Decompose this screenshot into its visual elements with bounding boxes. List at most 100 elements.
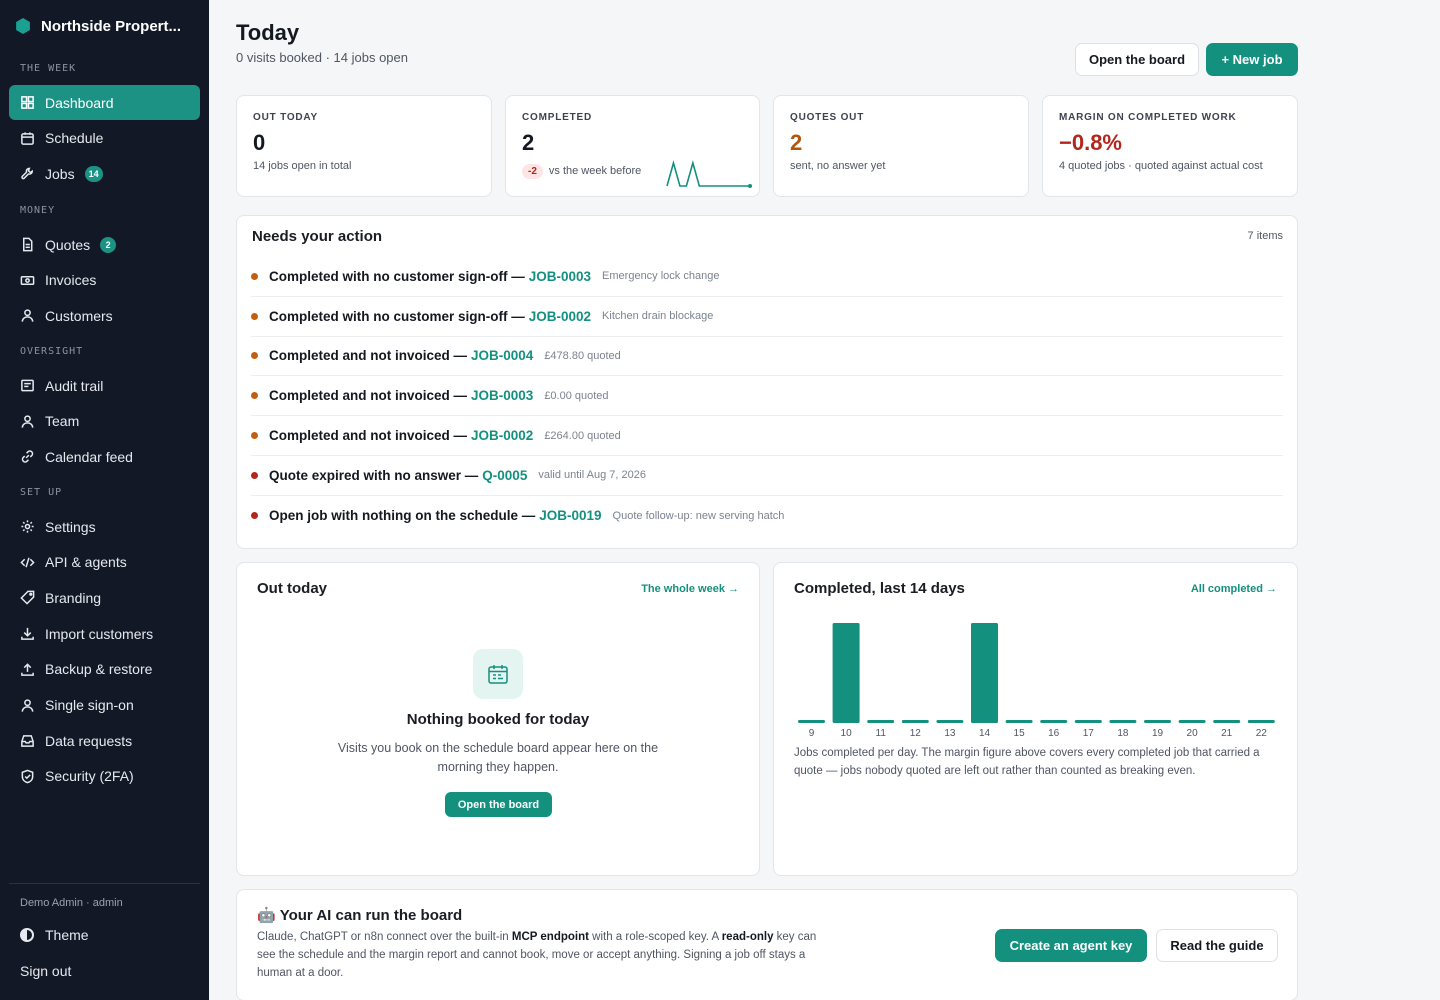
sidebar-item-backup-restore[interactable]: Backup & restore — [9, 652, 200, 687]
sidebar-item-label: Settings — [45, 518, 96, 535]
action-reference-link[interactable]: JOB-0003 — [471, 388, 533, 403]
severity-dot — [251, 352, 258, 360]
ai-title: 🤖 Your AI can run the board — [257, 906, 463, 925]
sidebar-item-dashboard[interactable]: Dashboard — [9, 85, 200, 120]
stat-value: 2 — [522, 130, 535, 155]
sidebar-item-label: Backup & restore — [45, 661, 153, 678]
action-item: Completed and not invoiced — JOB-0003 £0.0… — [251, 376, 1283, 417]
new-job-button[interactable]: + New job — [1206, 43, 1298, 76]
action-reference-link[interactable]: JOB-0002 — [471, 428, 533, 443]
needs-action-list: Completed with no customer sign-off — JOB… — [251, 257, 1283, 536]
empty-state-title: Nothing booked for today — [406, 711, 590, 728]
action-text: Completed with no customer sign-off — — [269, 308, 525, 324]
sidebar-item-customers[interactable]: Customers — [9, 298, 200, 333]
sidebar-item-jobs[interactable]: Jobs 14 — [9, 156, 200, 191]
stat-note: 14 jobs open in total — [253, 160, 352, 172]
sidebar-item-settings[interactable]: Settings — [9, 509, 200, 544]
sidebar-item-api-agents[interactable]: API & agents — [9, 545, 200, 580]
chart-bar — [1074, 720, 1102, 723]
brand-name: Northside Propert... — [41, 17, 182, 35]
sidebar-item-import-customers[interactable]: Import customers — [9, 616, 200, 651]
chart-tick-label: 11 — [876, 728, 887, 739]
ai-title-text: Your AI can run the board — [279, 906, 463, 924]
chart-bar — [1040, 720, 1068, 723]
sidebar-item-single-sign-on[interactable]: Single sign-on — [9, 688, 200, 723]
sidebar-item-audit-trail[interactable]: Audit trail — [9, 368, 200, 403]
stat-note: 4 quoted jobs · quoted against actual co… — [1059, 160, 1263, 172]
read-guide-button[interactable]: Read the guide — [1156, 929, 1278, 962]
stat-card-quotes-out: QUOTES OUT 2 sent, no answer yet — [773, 95, 1029, 197]
sidebar-item-team[interactable]: Team — [9, 404, 200, 439]
action-text: Quote expired with no answer — — [269, 467, 479, 483]
action-reference-link[interactable]: Q-0005 — [482, 468, 527, 483]
sidebar-item-security-2fa[interactable]: Security (2FA) — [9, 759, 200, 794]
action-text: Completed and not invoiced — — [269, 388, 468, 404]
chart-bar — [971, 623, 998, 723]
sidebar-item-label: Branding — [45, 589, 102, 606]
chart-bar — [1144, 720, 1171, 723]
document-icon — [19, 237, 35, 253]
action-text: Completed and not invoiced — — [269, 348, 468, 364]
sidebar-item-calendar-feed[interactable]: Calendar feed — [9, 439, 200, 474]
contrast-icon — [20, 928, 34, 942]
inbox-icon — [19, 733, 35, 749]
sidebar-item-label: Security (2FA) — [45, 768, 134, 785]
sparkline-line — [666, 160, 751, 187]
ai-body-text: Claude, ChatGPT or n8n connect over the … — [257, 931, 512, 943]
count-badge: 14 — [84, 165, 103, 182]
theme-toggle[interactable]: Theme — [20, 927, 89, 943]
sidebar-item-invoices[interactable]: Invoices — [9, 263, 200, 298]
chart-tick-label: 9 — [809, 728, 815, 739]
sidebar-item-label: Calendar feed — [45, 448, 133, 465]
ai-body-emphasis: MCP endpoint — [511, 931, 589, 943]
stat-note: sent, no answer yet — [790, 160, 886, 172]
stat-value: −0.8% — [1059, 130, 1122, 155]
sidebar-item-label: Jobs — [45, 165, 75, 182]
chart-bar — [936, 720, 964, 723]
sidebar-section-label: OVERSIGHT — [20, 346, 84, 357]
sidebar-item-label: Schedule — [45, 130, 104, 147]
action-reference-link[interactable]: JOB-0004 — [471, 348, 533, 363]
chart-bar — [1005, 720, 1033, 723]
action-item: Open job with nothing on the schedule — J… — [251, 496, 1283, 536]
chart-bar — [1109, 720, 1137, 723]
chart-tick-label: 17 — [1083, 728, 1095, 739]
create-agent-key-button[interactable]: Create an agent key — [995, 929, 1147, 962]
sidebar-section-label: SET UP — [20, 487, 63, 498]
user-icon — [19, 308, 35, 324]
chart-bar — [1247, 720, 1275, 723]
chart-tick-label: 20 — [1187, 728, 1199, 739]
whole-week-link[interactable]: The whole week → — [641, 583, 739, 595]
sidebar-item-branding[interactable]: Branding — [9, 580, 200, 615]
user-icon — [19, 413, 35, 429]
action-meta: £264.00 quoted — [544, 429, 621, 442]
action-reference-link[interactable]: JOB-0003 — [529, 269, 591, 284]
chart-bar — [867, 720, 895, 723]
delta-badge: -2 — [522, 164, 543, 179]
link-icon — [19, 449, 35, 465]
sparkline-endpoint — [748, 184, 752, 188]
sign-out-link[interactable]: Sign out — [20, 963, 71, 979]
needs-action-title: Needs your action — [252, 228, 383, 245]
stat-label: MARGIN ON COMPLETED WORK — [1059, 112, 1237, 123]
open-board-button[interactable]: Open the board — [1075, 43, 1199, 76]
action-reference-link[interactable]: JOB-0002 — [529, 309, 591, 324]
sidebar-item-quotes[interactable]: Quotes 2 — [9, 227, 200, 262]
open-board-button[interactable]: Open the board — [445, 792, 552, 817]
shield-icon — [19, 768, 35, 784]
all-completed-link[interactable]: All completed → — [1191, 583, 1277, 595]
sidebar-item-data-requests[interactable]: Data requests — [9, 723, 200, 758]
sidebar-item-label: API & agents — [45, 554, 127, 571]
current-user: Demo Admin · admin — [20, 897, 123, 909]
sidebar-item-schedule[interactable]: Schedule — [9, 121, 200, 156]
action-item: Quote expired with no answer — Q-0005 vali… — [251, 456, 1283, 496]
needs-action-panel: Needs your action 7 items Completed with… — [236, 215, 1298, 549]
ai-body-text: with a role-scoped key. A — [588, 931, 722, 943]
action-reference-link[interactable]: JOB-0019 — [539, 508, 601, 523]
chart-tick-label: 12 — [910, 728, 922, 739]
gear-icon — [19, 519, 35, 535]
severity-dot — [251, 312, 258, 320]
stat-card-out-today: OUT TODAY 0 14 jobs open in total — [236, 95, 492, 197]
brand[interactable]: Northside Propert... — [0, 0, 209, 52]
chart-tick-label: 22 — [1256, 728, 1268, 739]
